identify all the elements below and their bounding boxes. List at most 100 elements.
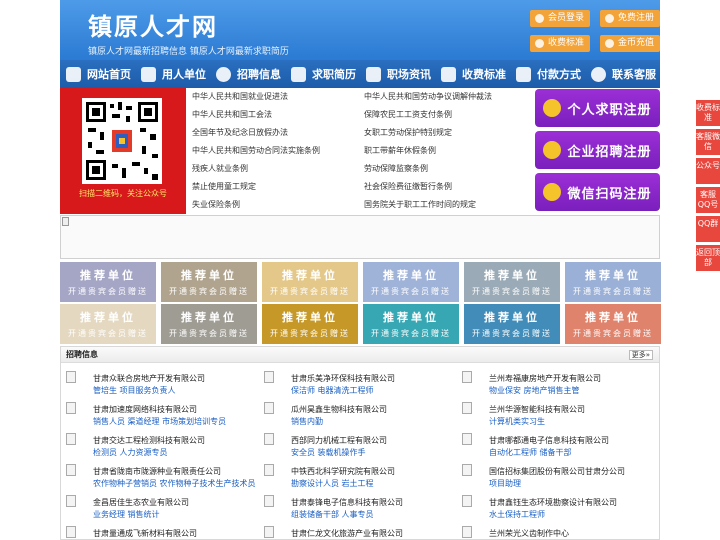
recharge-button[interactable]: 金币充值	[600, 35, 661, 52]
job-positions[interactable]: 计算机类实习生	[489, 416, 545, 427]
more-link[interactable]: 更多»	[628, 350, 653, 360]
nav-home[interactable]: 网站首页	[60, 60, 135, 88]
law-link[interactable]: 残疾人就业条例	[192, 163, 248, 174]
law-link[interactable]: 社会保险费征缴暂行条例	[364, 181, 452, 192]
float-wechat-support[interactable]: 客服微信	[696, 129, 720, 155]
law-link[interactable]: 失业保险条例	[192, 199, 240, 210]
job-positions[interactable]: 销售内勤	[291, 416, 323, 427]
law-link[interactable]: 禁止使用童工规定	[192, 181, 256, 192]
job-positions[interactable]: 农作物种子营销员 农作物种子技术生产技术员	[93, 478, 256, 489]
company-logo-icon[interactable]	[462, 402, 472, 414]
featured-employer-tile[interactable]: 推荐单位 开通贵宾会员赠送	[565, 262, 661, 302]
company-logo-icon[interactable]	[264, 433, 274, 445]
company-logo-icon[interactable]	[264, 495, 274, 507]
job-positions[interactable]: 水土保持工程师	[489, 509, 545, 520]
company-name[interactable]: 国信招标集团股份有限公司甘肃分公司	[489, 466, 625, 477]
featured-employer-tile[interactable]: 推荐单位 开通贵宾会员赠送	[262, 304, 358, 344]
company-name[interactable]: 甘肃泰锋电子信息科技有限公司	[291, 497, 403, 508]
pricing-button[interactable]: 收费标准	[530, 35, 591, 52]
job-positions[interactable]: 保洁师 电器清洗工程师	[291, 385, 374, 396]
featured-employer-tile[interactable]: 推荐单位 开通贵宾会员赠送	[60, 304, 156, 344]
company-logo-icon[interactable]	[462, 526, 472, 538]
register-button[interactable]: 免费注册	[600, 10, 661, 27]
nav-pricing[interactable]: 收费标准	[435, 60, 510, 88]
nav-support[interactable]: 联系客服	[585, 60, 660, 88]
job-positions[interactable]: 项目助理	[489, 478, 521, 489]
company-name[interactable]: 甘肃加速度网络科技有限公司	[93, 404, 197, 415]
job-positions[interactable]: 勘察设计人员 岩土工程	[291, 478, 374, 489]
login-button[interactable]: 会员登录	[530, 10, 591, 27]
job-positions[interactable]: 检测员 人力资源专员	[93, 447, 168, 458]
company-logo-icon[interactable]	[264, 371, 274, 383]
company-name[interactable]: 兰州华源智能科技有限公司	[489, 404, 585, 415]
company-logo-icon[interactable]	[264, 526, 274, 538]
featured-employer-tile[interactable]: 推荐单位 开通贵宾会员赠送	[464, 262, 560, 302]
jobseeker-register-button[interactable]: 个人求职注册	[535, 89, 660, 127]
float-official-account[interactable]: 公众号	[696, 158, 720, 184]
law-link[interactable]: 中华人民共和国劳动争议调解仲裁法	[364, 91, 492, 102]
company-name[interactable]: 甘肃省陇南市陇源种业有限责任公司	[93, 466, 221, 477]
back-to-top[interactable]: 返回顶部	[696, 245, 720, 271]
nav-employers[interactable]: 用人单位	[135, 60, 210, 88]
job-positions[interactable]: 销售人员 渠道经理 市场策划培训专员	[93, 416, 226, 427]
featured-employer-tile[interactable]: 推荐单位 开通贵宾会员赠送	[60, 262, 156, 302]
company-name[interactable]: 甘肃量通成飞新材料有限公司	[93, 528, 197, 539]
law-link[interactable]: 中华人民共和国工会法	[192, 109, 272, 120]
company-logo-icon[interactable]	[462, 371, 472, 383]
site-title[interactable]: 镇原人才网	[88, 7, 218, 42]
float-qq-group[interactable]: QQ群	[696, 216, 720, 242]
company-logo-icon[interactable]	[264, 402, 274, 414]
company-logo-icon[interactable]	[462, 495, 472, 507]
company-name[interactable]: 甘肃哪都通电子信息科技有限公司	[489, 435, 609, 446]
company-name[interactable]: 甘肃鑫钰生态环境勘察设计有限公司	[489, 497, 617, 508]
company-logo-icon[interactable]	[66, 464, 76, 476]
nav-payment[interactable]: 付款方式	[510, 60, 585, 88]
job-positions[interactable]: 管培生 项目服务负责人	[93, 385, 176, 396]
company-logo-icon[interactable]	[66, 526, 76, 538]
company-logo-icon[interactable]	[462, 433, 472, 445]
law-link[interactable]: 全国年节及纪念日放假办法	[192, 127, 288, 138]
job-positions[interactable]: 组装储备干部 人事专员	[291, 509, 374, 520]
law-link[interactable]: 中华人民共和国劳动合同法实施条例	[192, 145, 320, 156]
nav-resumes[interactable]: 求职简历	[285, 60, 360, 88]
featured-employer-tile[interactable]: 推荐单位 开通贵宾会员赠送	[565, 304, 661, 344]
law-link[interactable]: 职工带薪年休假条例	[364, 145, 436, 156]
law-link[interactable]: 女职工劳动保护特别规定	[364, 127, 452, 138]
featured-employer-tile[interactable]: 推荐单位 开通贵宾会员赠送	[262, 262, 358, 302]
company-logo-icon[interactable]	[66, 433, 76, 445]
banner-image-placeholder[interactable]	[60, 215, 660, 259]
company-name[interactable]: 兰州寿福康房地产开发有限公司	[489, 373, 601, 384]
company-logo-icon[interactable]	[66, 495, 76, 507]
wechat-register-button[interactable]: 微信扫码注册	[535, 173, 660, 211]
featured-employer-tile[interactable]: 推荐单位 开通贵宾会员赠送	[161, 262, 257, 302]
company-name[interactable]: 兰州荣光义齿制作中心	[489, 528, 569, 539]
company-name[interactable]: 甘肃乐美净环保科技有限公司	[291, 373, 395, 384]
featured-employer-tile[interactable]: 推荐单位 开通贵宾会员赠送	[161, 304, 257, 344]
company-logo-icon[interactable]	[462, 464, 472, 476]
company-name[interactable]: 中铁西北科学研究院有限公司	[291, 466, 395, 477]
company-name[interactable]: 西部同力机械工程有限公司	[291, 435, 387, 446]
employer-register-button[interactable]: 企业招聘注册	[535, 131, 660, 169]
law-link[interactable]: 保障农民工工资支付条例	[364, 109, 452, 120]
company-name[interactable]: 瓜州昊鑫生物科技有限公司	[291, 404, 387, 415]
law-link[interactable]: 中华人民共和国就业促进法	[192, 91, 288, 102]
featured-employer-tile[interactable]: 推荐单位 开通贵宾会员赠送	[363, 304, 459, 344]
job-positions[interactable]: 物业保安 房地产销售主管	[489, 385, 580, 396]
job-positions[interactable]: 安全员 装载机操作手	[291, 447, 366, 458]
company-logo-icon[interactable]	[66, 371, 76, 383]
company-name[interactable]: 甘肃交达工程检测科技有限公司	[93, 435, 205, 446]
law-link[interactable]: 国务院关于职工工作时间的规定	[364, 199, 476, 210]
float-pricing[interactable]: 收费标准	[696, 100, 720, 126]
featured-employer-tile[interactable]: 推荐单位 开通贵宾会员赠送	[464, 304, 560, 344]
float-qq-support[interactable]: 客服QQ号	[696, 187, 720, 213]
nav-jobs[interactable]: 招聘信息	[210, 60, 285, 88]
company-name[interactable]: 甘肃众联合房地产开发有限公司	[93, 373, 205, 384]
company-name[interactable]: 金昌居佳生态农业有限公司	[93, 497, 189, 508]
nav-news[interactable]: 职场资讯	[360, 60, 435, 88]
company-logo-icon[interactable]	[264, 464, 274, 476]
job-positions[interactable]: 业务经理 销售统计	[93, 509, 160, 520]
company-name[interactable]: 甘肃仁龙文化旅游产业有限公司	[291, 528, 403, 539]
featured-employer-tile[interactable]: 推荐单位 开通贵宾会员赠送	[363, 262, 459, 302]
company-logo-icon[interactable]	[66, 402, 76, 414]
law-link[interactable]: 劳动保障监察条例	[364, 163, 428, 174]
